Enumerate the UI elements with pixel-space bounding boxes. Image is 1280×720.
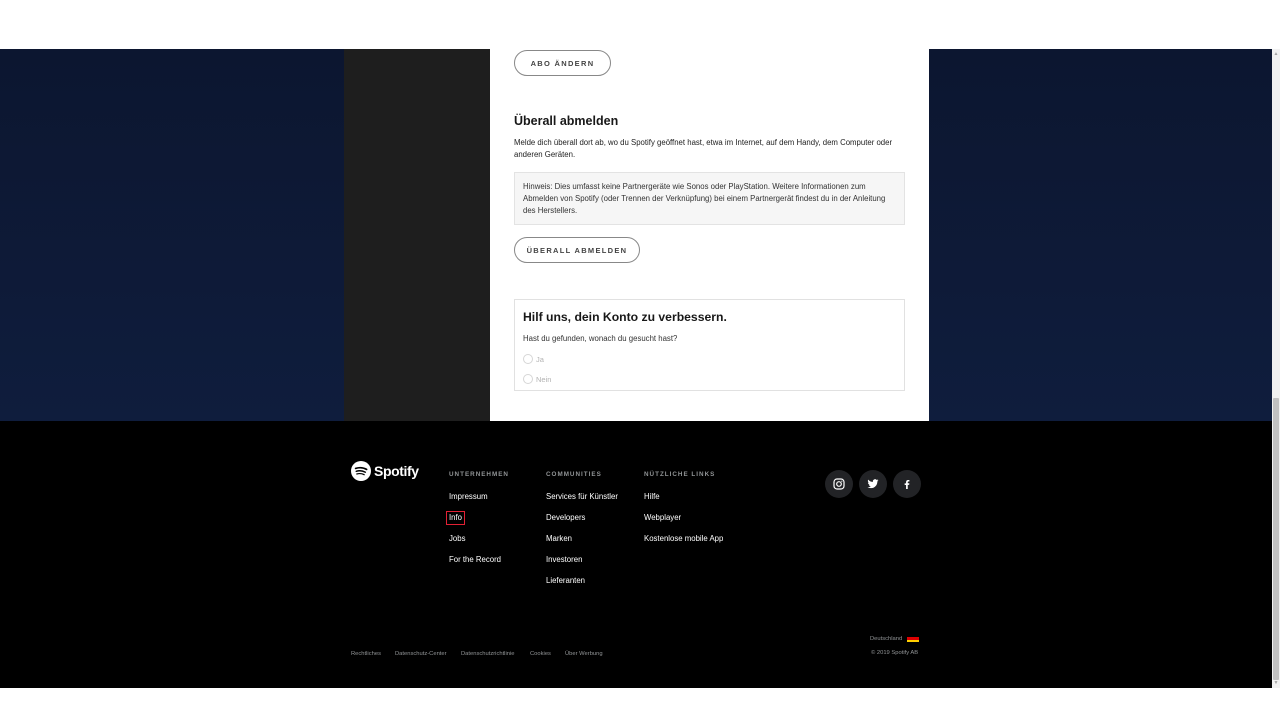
feedback-option-yes[interactable]: Ja	[523, 354, 544, 364]
legal-link-legal[interactable]: Rechtliches	[351, 651, 381, 657]
spotify-logo[interactable]: Spotify	[351, 461, 419, 481]
footer-link-impressum[interactable]: Impressum	[449, 491, 488, 503]
signout-everywhere-button[interactable]: ÜBERALL ABMELDEN	[514, 237, 640, 263]
country-label: Deutschland	[870, 635, 903, 642]
instagram-icon	[833, 478, 845, 490]
footer-heading-useful-links: NÜTZLICHE LINKS	[644, 471, 716, 478]
feedback-title: Hilf uns, dein Konto zu verbessern.	[523, 310, 727, 324]
account-card: ABO ÄNDERN Überall abmelden Melde dich ü…	[490, 49, 929, 421]
footer-link-brands[interactable]: Marken	[546, 533, 572, 545]
instagram-button[interactable]	[825, 470, 853, 498]
country-selector[interactable]: Deutschland	[870, 635, 920, 642]
radio-button[interactable]	[523, 374, 533, 384]
spotify-icon	[351, 461, 371, 481]
footer-link-for-the-record[interactable]: For the Record	[449, 554, 501, 566]
partner-devices-note: Hinweis: Dies umfasst keine Partnergerät…	[514, 172, 905, 225]
logo-wordmark: Spotify	[374, 463, 419, 479]
footer-link-info[interactable]: Info	[445, 511, 466, 525]
page: ABO ÄNDERN Überall abmelden Melde dich ü…	[0, 0, 1280, 720]
footer-link-help[interactable]: Hilfe	[644, 491, 660, 503]
feedback-option-label: Ja	[536, 354, 544, 364]
feedback-option-no[interactable]: Nein	[523, 374, 551, 384]
change-plan-button[interactable]: ABO ÄNDERN	[514, 50, 611, 76]
feedback-panel: Hilf uns, dein Konto zu verbessern. Hast…	[514, 299, 905, 391]
scrollbar-thumb[interactable]	[1273, 398, 1279, 680]
facebook-icon	[904, 480, 910, 489]
feedback-question: Hast du gefunden, wonach du gesucht hast…	[523, 334, 678, 343]
footer-link-webplayer[interactable]: Webplayer	[644, 512, 681, 524]
legal-link-ads[interactable]: Über Werbung	[565, 651, 603, 657]
twitter-icon	[867, 479, 879, 489]
signout-everywhere-title: Überall abmelden	[514, 114, 619, 128]
scroll-up-arrow-icon[interactable]: ▲	[1273, 51, 1279, 57]
footer-heading-company: UNTERNEHMEN	[449, 471, 509, 478]
footer-link-investors[interactable]: Investoren	[546, 554, 582, 566]
germany-flag-icon	[907, 635, 920, 642]
radio-button[interactable]	[523, 354, 533, 364]
footer-link-mobile-app[interactable]: Kostenlose mobile App	[644, 533, 724, 545]
footer-link-developers[interactable]: Developers	[546, 512, 585, 524]
footer-link-artists[interactable]: Services für Künstler	[546, 491, 618, 503]
account-sidebar	[344, 49, 490, 421]
content-band: ABO ÄNDERN Überall abmelden Melde dich ü…	[0, 49, 1272, 421]
footer-heading-communities: COMMUNITIES	[546, 471, 602, 478]
footer-link-jobs[interactable]: Jobs	[449, 533, 465, 545]
copyright-text: © 2019 Spotify AB	[871, 650, 919, 656]
signout-everywhere-description: Melde dich überall dort ab, wo du Spotif…	[514, 138, 893, 159]
site-footer: Spotify UNTERNEHMEN Impressum Info Jobs …	[0, 421, 1272, 688]
scroll-down-arrow-icon[interactable]: ▼	[1273, 680, 1279, 686]
footer-link-vendors[interactable]: Lieferanten	[546, 575, 585, 587]
legal-link-privacy-policy[interactable]: Datenschutzrichtlinie	[461, 651, 515, 657]
legal-link-privacy-center[interactable]: Datenschutz-Center	[395, 651, 447, 657]
feedback-option-label: Nein	[536, 374, 552, 384]
legal-link-cookies[interactable]: Cookies	[530, 651, 551, 657]
twitter-button[interactable]	[859, 470, 887, 498]
facebook-button[interactable]	[893, 470, 921, 498]
